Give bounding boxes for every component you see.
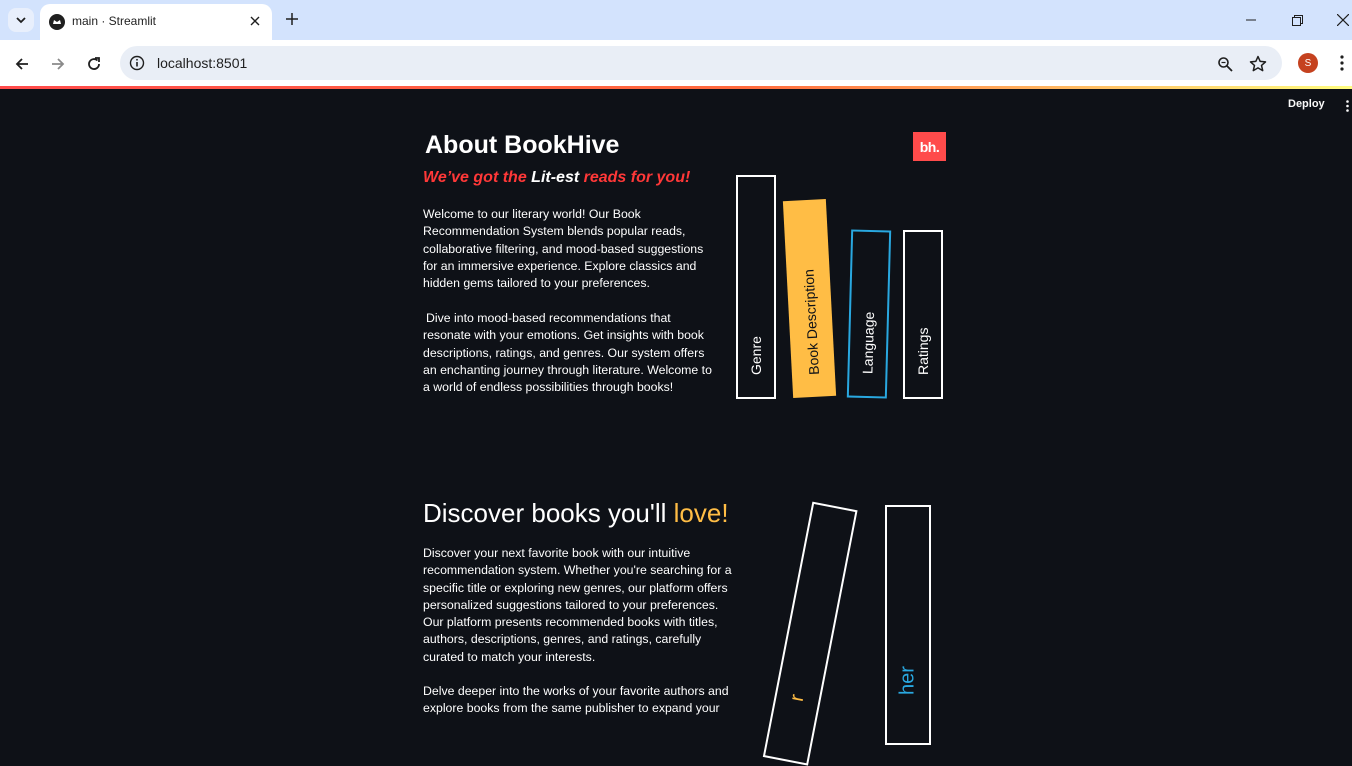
- tab-close-button[interactable]: [246, 12, 264, 30]
- arrow-right-icon: [52, 58, 65, 70]
- about-heading: About BookHive: [425, 131, 620, 159]
- tagline: We’ve got the Lit-est reads for you!: [423, 169, 690, 187]
- more-vert-icon: [1340, 55, 1344, 71]
- book-language: Language: [846, 229, 892, 399]
- chevron-down-icon: [16, 17, 26, 24]
- book-description-label: Book Description: [799, 268, 822, 376]
- tagline-post: reads for you!: [579, 169, 691, 186]
- arrow-left-icon: [15, 58, 28, 70]
- book-genre: Genre: [736, 175, 776, 399]
- discover-book-upright: her: [885, 505, 931, 745]
- book-language-label: Language: [859, 311, 878, 375]
- browser-toolbar: localhost:8501 S: [0, 40, 1352, 86]
- minimize-button[interactable]: [1236, 6, 1266, 34]
- discover-paragraph-2: Delve deeper into the works of your favo…: [423, 684, 729, 716]
- bookhive-logo: bh.: [913, 132, 946, 161]
- book-ratings: Ratings: [903, 230, 943, 399]
- close-icon: [250, 16, 260, 26]
- url-text[interactable]: localhost:8501: [157, 55, 247, 71]
- restore-button[interactable]: [1282, 6, 1312, 34]
- book-description: Book Description: [782, 199, 837, 398]
- plus-icon: [286, 13, 298, 25]
- profile-avatar[interactable]: S: [1298, 53, 1318, 73]
- minimize-icon: [1246, 19, 1256, 21]
- site-info-icon[interactable]: [128, 54, 146, 72]
- streamlit-decoration-bar: [0, 86, 1352, 89]
- deploy-button[interactable]: Deploy: [1288, 98, 1325, 110]
- discover-heading: Discover books you'll love!: [423, 498, 729, 529]
- new-tab-button[interactable]: [281, 8, 303, 30]
- discover-heading-pre: Discover books you'll: [423, 498, 674, 528]
- discover-paragraph-1: Discover your next favorite book with ou…: [423, 546, 732, 664]
- discover-book-leaning-label: r: [785, 692, 809, 704]
- tagline-highlight: Lit-est: [531, 169, 580, 186]
- bookmark-star-icon[interactable]: [1248, 54, 1268, 74]
- discover-heading-highlight: love!: [673, 498, 729, 528]
- close-window-button[interactable]: [1328, 6, 1352, 34]
- about-paragraph-1: Welcome to our literary world! Our Book …: [423, 207, 704, 291]
- about-paragraph-2: Dive into mood-based recommendations tha…: [423, 311, 712, 395]
- address-bar[interactable]: localhost:8501: [120, 46, 1282, 80]
- forward-button[interactable]: [46, 52, 70, 76]
- reload-icon: [88, 57, 100, 70]
- browser-tab[interactable]: main · Streamlit: [40, 4, 272, 40]
- discover-book-leaning: r: [762, 501, 858, 766]
- close-icon: [1337, 14, 1349, 26]
- main-menu-button[interactable]: [1342, 98, 1352, 114]
- book-genre-label: Genre: [748, 336, 764, 375]
- restore-icon: [1291, 14, 1303, 26]
- zoom-icon[interactable]: [1215, 54, 1235, 74]
- discover-book-upright-label: her: [896, 666, 919, 695]
- more-vert-icon: [1345, 100, 1349, 112]
- tab-search-button[interactable]: [8, 8, 34, 32]
- browser-tab-strip: main · Streamlit: [0, 0, 1352, 40]
- tagline-pre: We’ve got the: [423, 169, 532, 186]
- back-button[interactable]: [10, 52, 34, 76]
- tab-title: main · Streamlit: [72, 14, 157, 28]
- reload-button[interactable]: [82, 52, 106, 76]
- browser-menu-button[interactable]: [1334, 53, 1350, 73]
- streamlit-favicon-icon: [49, 14, 65, 30]
- book-ratings-label: Ratings: [915, 327, 931, 375]
